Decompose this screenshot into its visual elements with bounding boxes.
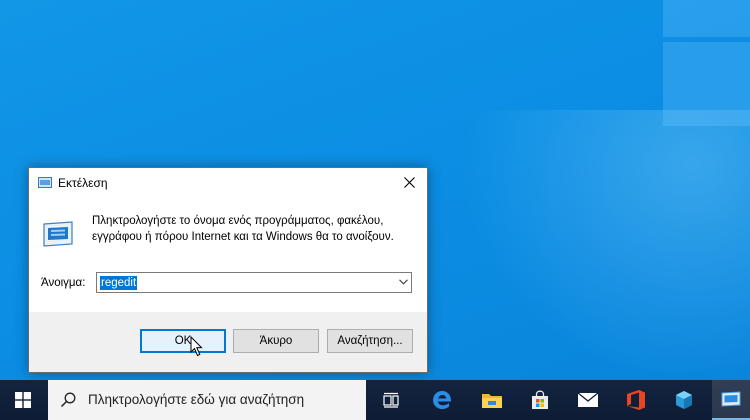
run-dialog-titlebar[interactable]: Εκτέλεση — [29, 168, 427, 198]
taskbar: Πληκτρολογήστε εδώ για αναζήτηση — [0, 380, 750, 420]
open-input-value[interactable]: regedit — [100, 276, 138, 290]
file-explorer-taskbar-button[interactable] — [470, 380, 514, 420]
close-icon — [404, 177, 415, 188]
search-icon — [60, 392, 76, 408]
windows-logo-pane-bottom — [663, 42, 750, 126]
office-icon — [627, 390, 645, 410]
file-explorer-icon — [482, 394, 502, 408]
people-icon — [676, 391, 692, 409]
people-taskbar-button[interactable] — [662, 380, 706, 420]
task-view-button[interactable] — [372, 380, 412, 420]
store-icon — [532, 390, 548, 409]
run-icon — [721, 391, 741, 407]
store-taskbar-button[interactable] — [518, 380, 562, 420]
windows-logo-pane-top — [663, 0, 750, 37]
mail-taskbar-button[interactable] — [566, 380, 610, 420]
open-combobox[interactable]: regedit — [96, 272, 412, 293]
start-icon — [15, 392, 31, 408]
cancel-button[interactable]: Άκυρο — [233, 329, 319, 353]
open-label: Άνοιγμα: — [41, 277, 86, 289]
dialog-title: Εκτέλεση — [58, 176, 108, 190]
run-title-icon — [38, 177, 52, 188]
desktop-light-glow — [460, 110, 750, 380]
ok-button[interactable]: OK — [140, 329, 226, 353]
close-button[interactable] — [393, 168, 427, 198]
mail-icon — [577, 392, 599, 407]
edge-icon — [433, 391, 452, 409]
taskbar-search-box[interactable]: Πληκτρολογήστε εδώ για αναζήτηση — [48, 380, 366, 420]
run-taskbar-button[interactable] — [712, 380, 750, 420]
run-dialog: Εκτέλεση Πληκτρολογήστε το όνομα ενός πρ… — [28, 167, 428, 373]
run-description: Πληκτρολογήστε το όνομα ενός προγράμματο… — [92, 215, 394, 243]
chevron-down-icon[interactable] — [399, 279, 408, 285]
task-view-icon — [383, 392, 399, 408]
mouse-cursor-icon — [190, 336, 203, 357]
browse-button[interactable]: Αναζήτηση... — [327, 329, 413, 353]
start-button[interactable] — [0, 380, 46, 420]
edge-taskbar-button[interactable] — [420, 380, 464, 420]
run-program-icon — [43, 221, 73, 247]
search-placeholder: Πληκτρολογήστε εδώ για αναζήτηση — [88, 392, 305, 407]
office-taskbar-button[interactable] — [614, 380, 658, 420]
